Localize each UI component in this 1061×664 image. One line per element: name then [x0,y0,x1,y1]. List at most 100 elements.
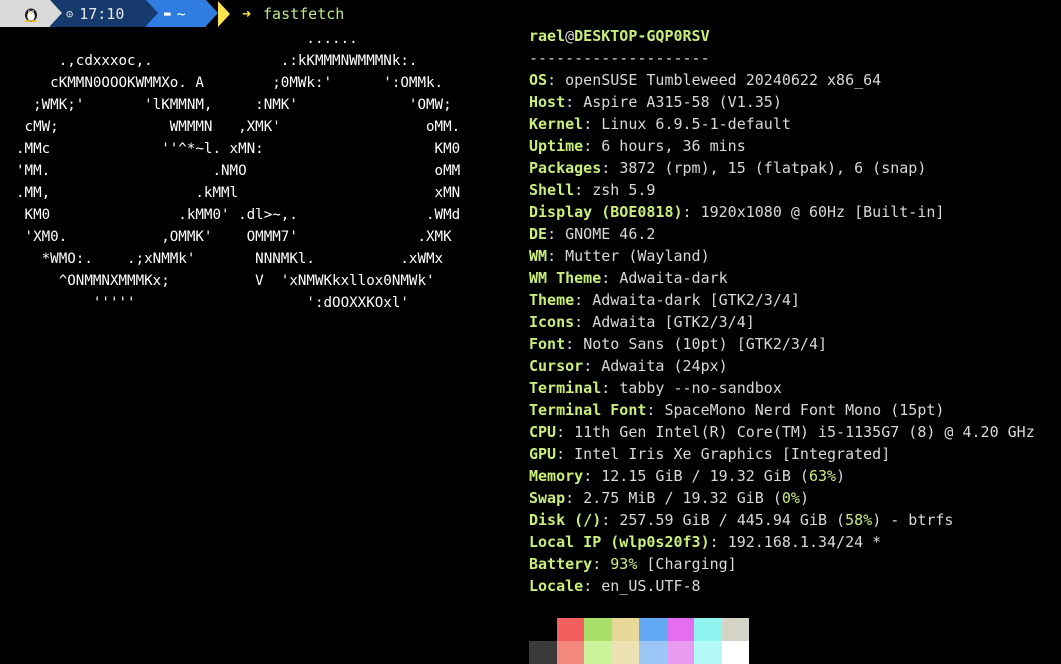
info-key: Battery [529,555,593,573]
info-value: Linux 6.9.5-1-default [601,115,791,133]
ascii-logo: ...... .,cdxxxoc,. .:kKMMMNWMMMNk:. cKMM… [16,31,461,311]
tux-icon [25,8,37,22]
color-swatch-bright-1 [556,641,584,664]
color-swatch-normal-2 [584,618,612,641]
info-key: Theme [529,291,575,309]
prompt-os-segment [0,0,62,27]
disk-percent: 58% [845,511,873,529]
color-swatch-normal-7 [721,618,749,641]
color-swatch-bright-5 [666,641,694,664]
info-row: Font: Noto Sans (10pt) [GTK2/3/4] [529,335,828,353]
segment-arrow [50,0,62,26]
info-value: openSUSE Tumbleweed 20240622 x86_64 [565,71,882,89]
info-value: Aspire A315-58 (V1.35) [583,93,782,111]
info-key: Terminal Font [529,401,647,419]
prompt-end-arrow [218,0,230,27]
prompt-arrow-icon: ➜ [242,4,252,23]
info-key: Cursor [529,357,584,375]
info-key: GPU [529,445,557,463]
info-row: WM: Mutter (Wayland) [529,247,710,265]
info-value: Adwaita [GTK2/3/4] [592,313,755,331]
color-swatch-bright-3 [611,641,639,664]
info-value: Mutter (Wayland) [565,247,710,265]
info-row: WM Theme: Adwaita-dark [529,269,728,287]
info-key: WM [529,247,548,265]
info-key: OS [529,71,548,89]
info-key: CPU [529,423,557,441]
user-host-line: rael@DESKTOP-GQP0RSV [529,25,1035,47]
info-row: Kernel: Linux 6.9.5-1-default [529,115,791,133]
info-row: Icons: Adwaita [GTK2/3/4] [529,313,755,331]
info-row: OS: openSUSE Tumbleweed 20240622 x86_64 [529,71,882,89]
info-value: 6 hours, 36 mins [601,137,746,155]
info-value: Noto Sans (10pt) [GTK2/3/4] [583,335,828,353]
info-row: Shell: zsh 5.9 [529,181,656,199]
color-swatch-normal-5 [666,618,694,641]
color-palette [529,618,749,664]
prompt-path: ~ [176,4,186,23]
info-row: GPU: Intel Iris Xe Graphics [Integrated] [529,445,891,463]
info-value: 11th Gen Intel(R) Core(TM) i5-1135G7 (8)… [574,423,1035,441]
prompt-bar: ⊙ 17:10 ▬ ~ ➜ fastfetch [0,0,344,27]
info-value: 192.168.1.34/24 * [727,533,882,551]
info-value: Intel Iris Xe Graphics [Integrated] [574,445,891,463]
info-key: Disk (/) [529,511,602,529]
info-key: Kernel [529,115,584,133]
info-key: Locale [529,577,584,595]
command-text[interactable]: fastfetch [263,5,344,23]
info-key: Terminal [529,379,602,397]
info-row-battery: Battery: 93% [Charging] [529,555,737,573]
separator-line: -------------------- [529,49,710,67]
info-key: Uptime [529,137,584,155]
system-info: rael@DESKTOP-GQP0RSV -------------------… [529,25,1035,597]
info-key: Packages [529,159,602,177]
info-row-swap: Swap: 2.75 MiB / 19.32 GiB (0%) [529,489,809,507]
info-row: Uptime: 6 hours, 36 mins [529,137,746,155]
info-row-locale: Locale: en_US.UTF-8 [529,577,701,595]
folder-icon: ▬ [164,7,171,20]
color-swatch-bright-0 [529,641,557,664]
info-key: Shell [529,181,575,199]
prompt-time-segment: ⊙ 17:10 [50,0,158,27]
info-value: SpaceMono Nerd Font Mono (15pt) [664,401,945,419]
info-row: Packages: 3872 (rpm), 15 (flatpak), 6 (s… [529,159,927,177]
info-value-suffix: ) - btrfs [872,511,954,529]
color-swatch-bright-6 [694,641,722,664]
info-key: Local IP (wlp0s20f3) [529,533,710,551]
color-swatch-normal-3 [611,618,639,641]
info-value: 3872 (rpm), 15 (flatpak), 6 (snap) [619,159,927,177]
info-value: 12.15 GiB / 19.32 GiB ( [601,467,809,485]
info-value: 1920x1080 @ 60Hz [Built-in] [700,203,945,221]
info-value: 257.59 GiB / 445.94 GiB ( [619,511,846,529]
info-row-local-ip: Local IP (wlp0s20f3): 192.168.1.34/24 * [529,533,882,551]
info-row-memory: Memory: 12.15 GiB / 19.32 GiB (63%) [529,467,846,485]
info-key: WM Theme [529,269,602,287]
info-key: Icons [529,313,575,331]
info-value: Adwaita (24px) [601,357,728,375]
color-swatch-bright-2 [584,641,612,664]
info-value: Adwaita-dark [619,269,728,287]
info-row: Host: Aspire A315-58 (V1.35) [529,93,782,111]
info-value: GNOME 46.2 [565,225,656,243]
info-row: Terminal: tabby --no-sandbox [529,379,782,397]
info-row: Display (BOE0818): 1920x1080 @ 60Hz [Bui… [529,203,945,221]
username: rael [529,27,566,45]
color-swatch-normal-1 [556,618,584,641]
info-value: 2.75 MiB / 19.32 GiB ( [583,489,782,507]
clock-icon: ⊙ [66,6,74,21]
color-swatch-bright-7 [721,641,749,664]
info-value: Adwaita-dark [GTK2/3/4] [592,291,800,309]
info-value-suffix: ) [836,467,846,485]
info-rows: OS: openSUSE Tumbleweed 20240622 x86_64 H… [529,69,1035,465]
info-value: tabby --no-sandbox [619,379,782,397]
info-key: Swap [529,489,566,507]
segment-arrow [146,0,158,26]
info-key: Memory [529,467,584,485]
info-value: zsh 5.9 [592,181,656,199]
info-key: Font [529,335,566,353]
info-key: DE [529,225,548,243]
info-row: DE: GNOME 46.2 [529,225,656,243]
info-key: Host [529,93,566,111]
info-value-suffix: ) [799,489,809,507]
info-value-suffix: [Charging] [637,555,737,573]
